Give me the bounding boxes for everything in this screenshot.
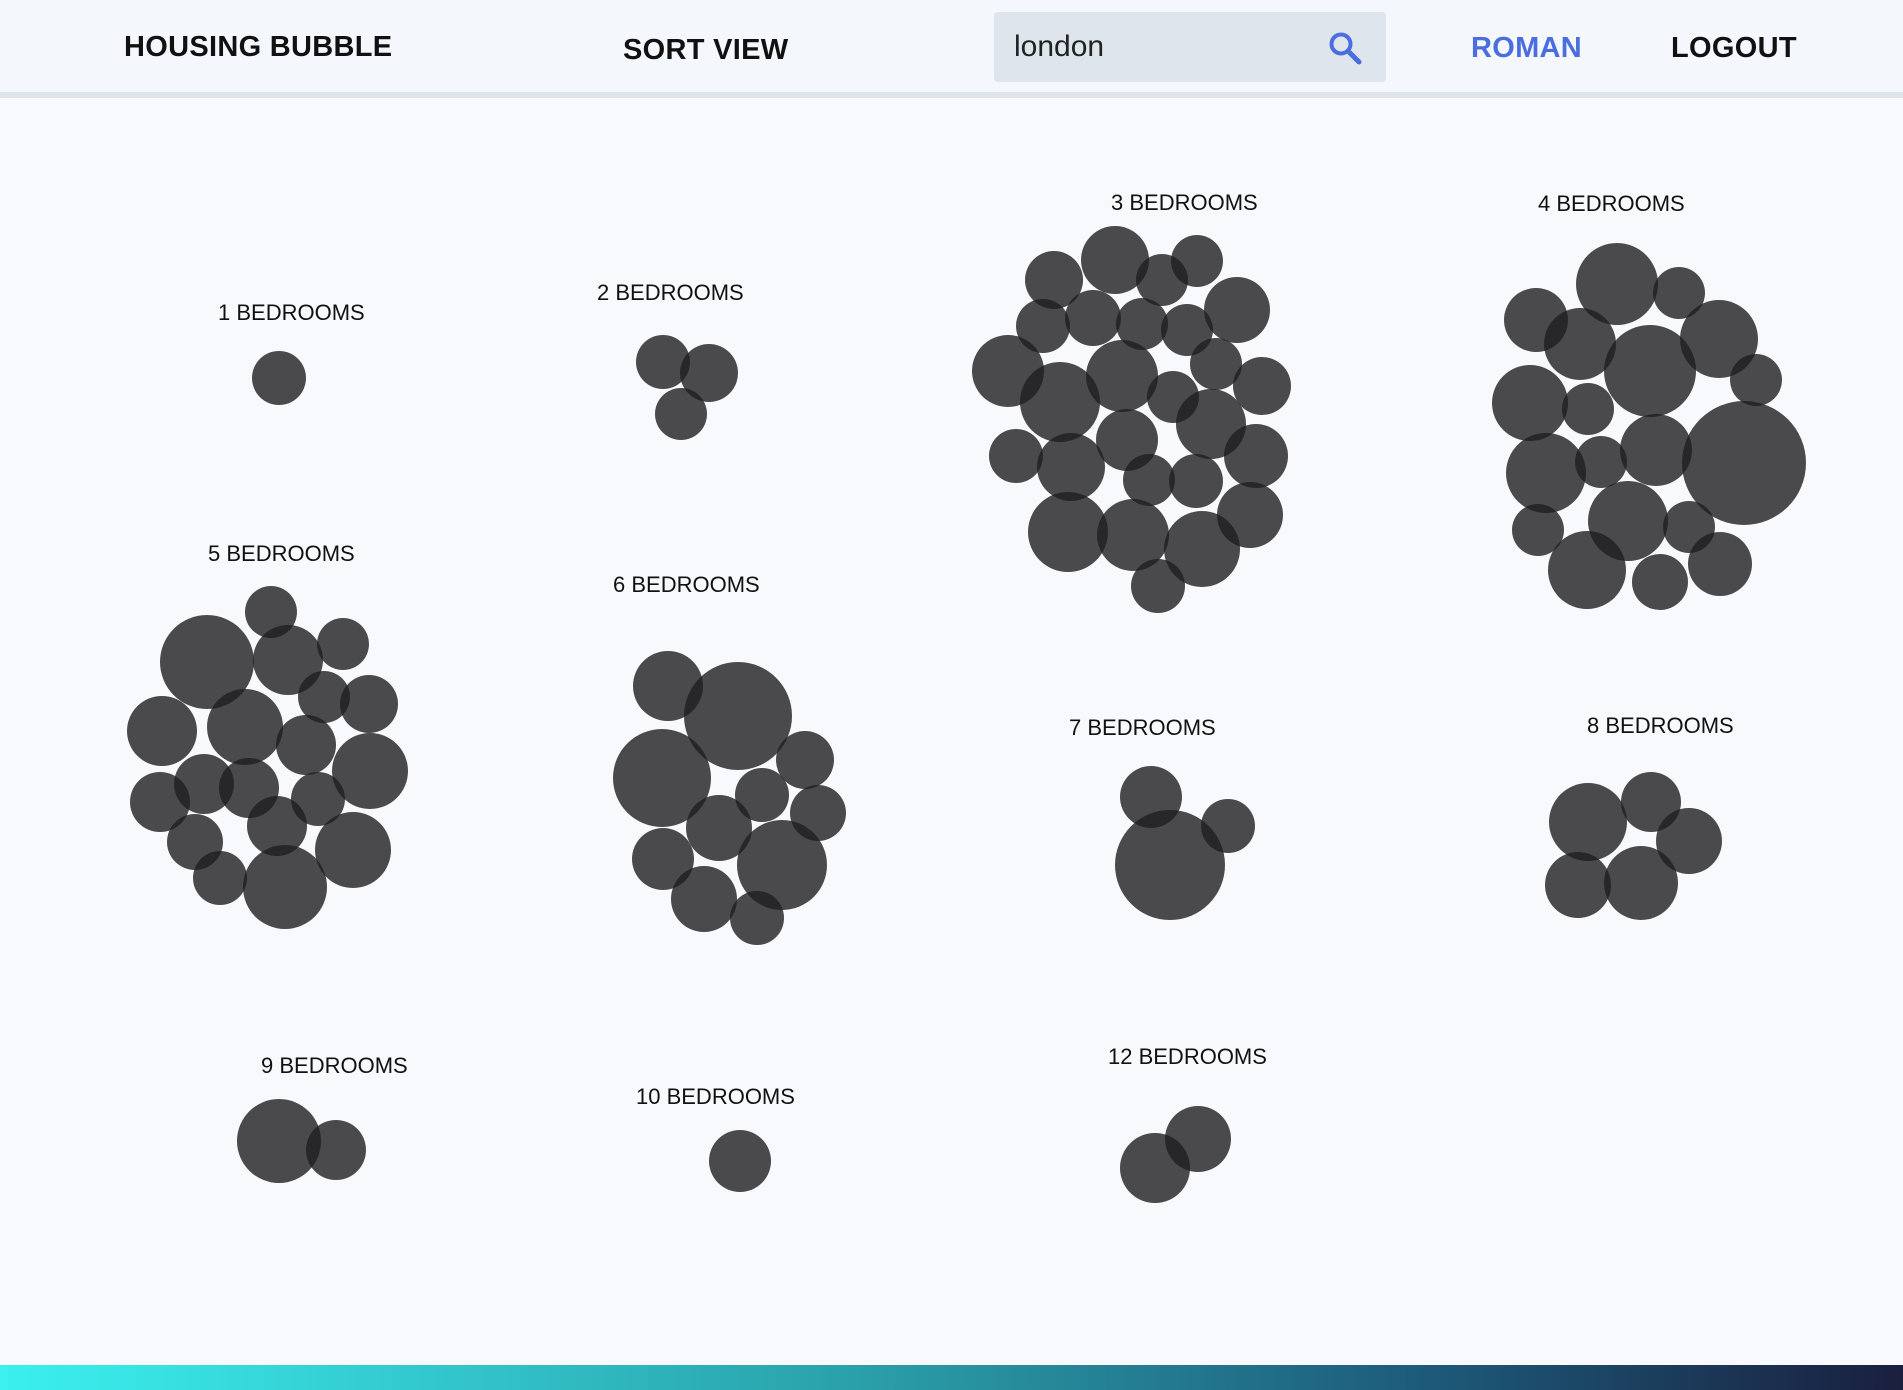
listing-bubble[interactable] (340, 675, 398, 733)
listing-bubble[interactable] (276, 715, 336, 775)
group-9-bedrooms: 9 BEDROOMS (237, 1053, 408, 1183)
group-label: 9 BEDROOMS (261, 1053, 408, 1078)
listing-bubble[interactable] (1020, 362, 1100, 442)
group-4-bedrooms: 4 BEDROOMS (1492, 191, 1806, 610)
group-label: 5 BEDROOMS (208, 541, 355, 566)
listing-bubble[interactable] (1123, 454, 1175, 506)
listing-bubble[interactable] (1204, 277, 1270, 343)
group-label: 3 BEDROOMS (1111, 190, 1258, 215)
listing-bubble[interactable] (1632, 554, 1688, 610)
listing-bubble[interactable] (1028, 492, 1108, 572)
group-8-bedrooms: 8 BEDROOMS (1545, 713, 1734, 920)
listing-bubble[interactable] (1545, 852, 1611, 918)
group-label: 1 BEDROOMS (218, 300, 365, 325)
listing-bubble[interactable] (1065, 290, 1121, 346)
group-5-bedrooms: 5 BEDROOMS (127, 541, 408, 929)
footer-gradient-bar (0, 1365, 1903, 1390)
listing-bubble[interactable] (252, 351, 306, 405)
listing-bubble[interactable] (127, 696, 197, 766)
listing-bubble[interactable] (655, 388, 707, 440)
listing-bubble[interactable] (193, 851, 247, 905)
listing-bubble[interactable] (1120, 1133, 1190, 1203)
listing-bubble[interactable] (1730, 354, 1782, 406)
listing-bubble[interactable] (1492, 365, 1568, 441)
group-label: 8 BEDROOMS (1587, 713, 1734, 738)
group-label: 6 BEDROOMS (613, 572, 760, 597)
group-10-bedrooms: 10 BEDROOMS (636, 1084, 795, 1192)
group-label: 10 BEDROOMS (636, 1084, 795, 1109)
group-label: 7 BEDROOMS (1069, 715, 1216, 740)
listing-bubble[interactable] (1549, 783, 1627, 861)
group-7-bedrooms: 7 BEDROOMS (1069, 715, 1255, 920)
group-1-bedrooms: 1 BEDROOMS (218, 300, 365, 405)
listing-bubble[interactable] (306, 1120, 366, 1180)
listing-bubble[interactable] (730, 891, 784, 945)
listing-bubble[interactable] (1506, 433, 1586, 513)
group-label: 12 BEDROOMS (1108, 1044, 1267, 1069)
listing-bubble[interactable] (709, 1130, 771, 1192)
listing-bubble[interactable] (989, 429, 1043, 483)
bubble-chart: 1 BEDROOMS 2 BEDROOMS 3 BEDROOMS 4 BEDRO… (127, 190, 1806, 1203)
listing-bubble[interactable] (1562, 383, 1614, 435)
group-2-bedrooms: 2 BEDROOMS (597, 280, 744, 440)
listing-bubble[interactable] (1604, 846, 1678, 920)
listing-bubble[interactable] (243, 845, 327, 929)
listing-bubble[interactable] (1233, 357, 1291, 415)
listing-bubble[interactable] (1604, 325, 1696, 417)
listing-bubble[interactable] (776, 731, 834, 789)
group-6-bedrooms: 6 BEDROOMS (613, 572, 846, 945)
listing-bubble[interactable] (1037, 433, 1105, 501)
listing-bubble[interactable] (1169, 454, 1223, 508)
listing-bubble[interactable] (1224, 424, 1288, 488)
group-12-bedrooms: 12 BEDROOMS (1108, 1044, 1267, 1203)
listing-bubble[interactable] (1217, 482, 1283, 548)
group-label: 2 BEDROOMS (597, 280, 744, 305)
listing-bubble[interactable] (207, 689, 283, 765)
listing-bubble[interactable] (1620, 414, 1692, 486)
listing-bubble[interactable] (1688, 532, 1752, 596)
listing-bubble[interactable] (1548, 531, 1626, 609)
group-3-bedrooms: 3 BEDROOMS (972, 190, 1291, 613)
group-label: 4 BEDROOMS (1538, 191, 1685, 216)
listing-bubble[interactable] (1131, 559, 1185, 613)
listing-bubble[interactable] (671, 866, 737, 932)
listing-bubble[interactable] (1115, 810, 1225, 920)
listing-bubble[interactable] (317, 618, 369, 670)
listing-bubble[interactable] (315, 812, 391, 888)
